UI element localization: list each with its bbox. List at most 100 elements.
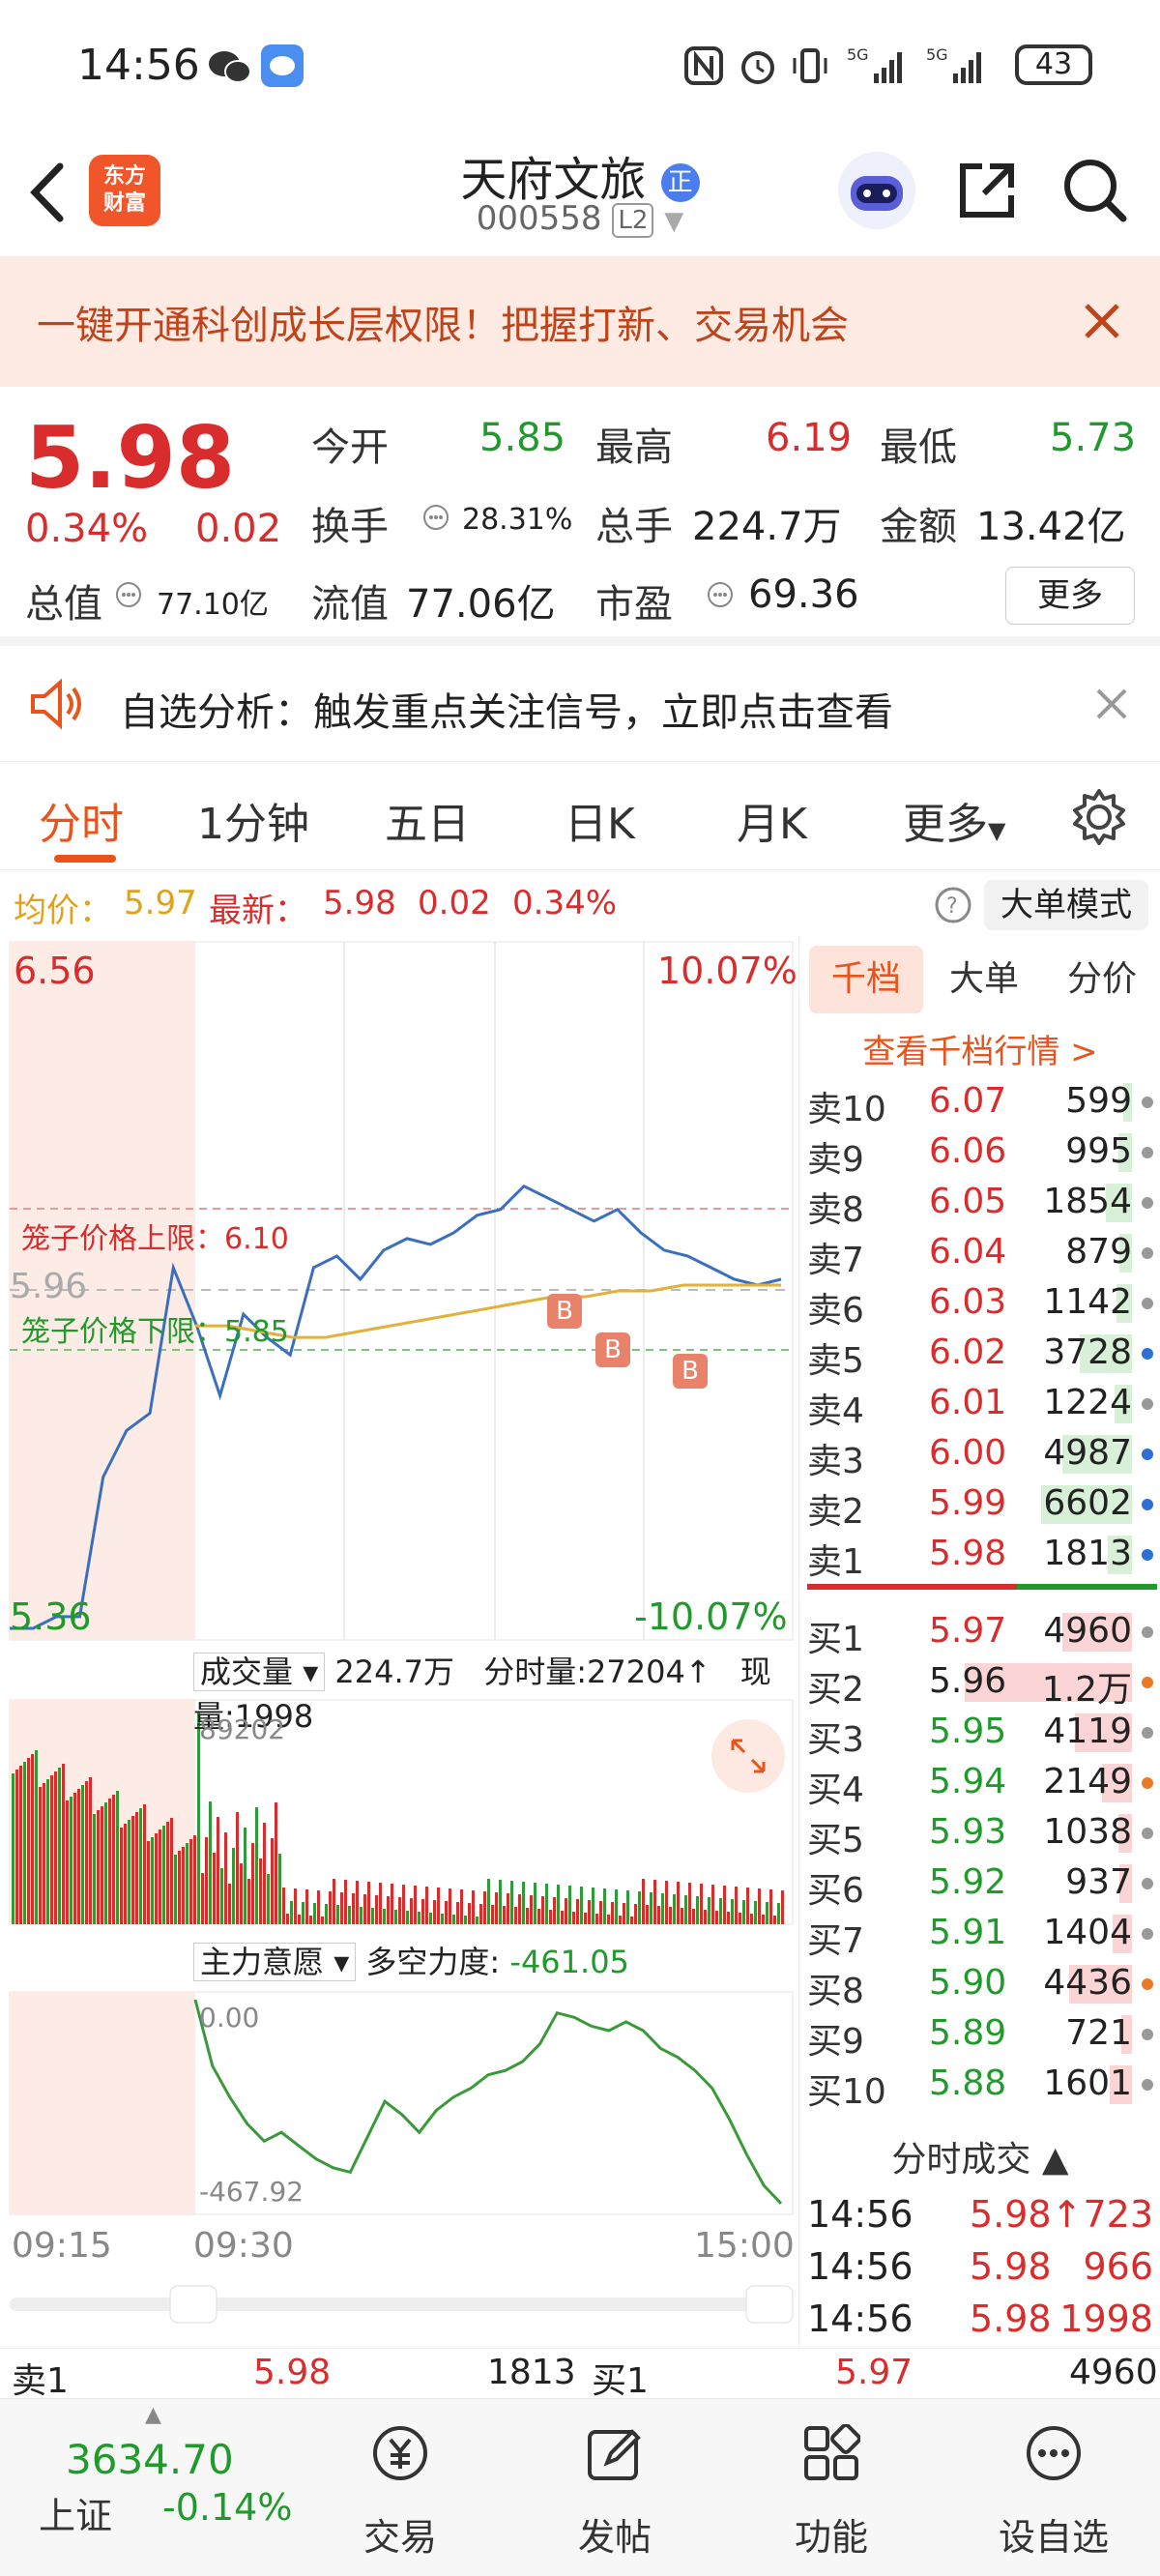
settings-gear-icon[interactable] xyxy=(1069,787,1129,847)
buy-row[interactable]: 买6 5.92 937 xyxy=(799,1859,1160,1911)
info-circle-icon[interactable] xyxy=(706,580,735,609)
tab-big-orders[interactable]: 大单 xyxy=(927,946,1041,1013)
buy1-label: 买1 xyxy=(592,2361,649,2401)
buy-row[interactable]: 买9 5.89 721 xyxy=(799,2009,1160,2062)
search-icon[interactable] xyxy=(1061,157,1129,224)
time-label-start: 09:15 xyxy=(12,2226,112,2266)
latest-value: 5.98 xyxy=(323,884,396,922)
volume-bar xyxy=(189,1839,192,1924)
sell-row[interactable]: 卖2 5.99 6602 xyxy=(799,1479,1160,1532)
range-handle-right[interactable] xyxy=(745,2285,794,2324)
buy-row[interactable]: 买5 5.93 1038 xyxy=(799,1808,1160,1860)
close-icon[interactable] xyxy=(1081,300,1123,342)
rongzi-badge-icon: 正 xyxy=(660,163,700,202)
nav-trade[interactable]: 交易 xyxy=(313,2399,487,2576)
sell-row[interactable]: 卖3 6.00 4987 xyxy=(799,1429,1160,1481)
share-icon[interactable] xyxy=(953,157,1021,224)
buy-marker[interactable]: B xyxy=(673,1354,708,1389)
volume-bar xyxy=(711,1885,714,1924)
nav-post[interactable]: 发帖 xyxy=(528,2399,702,2576)
volume-bar xyxy=(128,1820,130,1924)
view-depth-link[interactable]: 查看千档行情 > xyxy=(799,1025,1160,1072)
more-button[interactable]: 更多 xyxy=(1005,567,1135,625)
volume-selector[interactable]: 成交量 ▾ xyxy=(193,1653,326,1691)
sell-row[interactable]: 卖1 5.98 1813 xyxy=(799,1530,1160,1582)
chart-svg[interactable] xyxy=(0,936,798,2348)
volume-bar xyxy=(236,1812,239,1924)
buy-row[interactable]: 买2 5.96 1.2万 xyxy=(799,1657,1160,1710)
sell-row[interactable]: 卖8 6.05 1854 xyxy=(799,1178,1160,1230)
buy-row[interactable]: 买7 5.91 1404 xyxy=(799,1909,1160,1961)
big-order-mode-button[interactable]: 大单模式 xyxy=(984,880,1148,930)
sell-row[interactable]: 卖5 6.02 3728 xyxy=(799,1329,1160,1381)
bid-ask-bar: 卖1 5.98 1813 买1 5.97 4960 xyxy=(0,2348,1160,2401)
volume-bar xyxy=(240,1863,243,1924)
volume-bar xyxy=(692,1909,695,1924)
volume-bar xyxy=(367,1882,370,1924)
sell-row[interactable]: 卖9 6.06 995 xyxy=(799,1127,1160,1180)
range-handle-left[interactable] xyxy=(169,2285,218,2324)
buy-price: 5.89 xyxy=(929,2013,1007,2053)
volume-bar xyxy=(487,1879,490,1924)
volume-bar xyxy=(402,1885,405,1924)
info-circle-icon[interactable] xyxy=(114,580,143,609)
volume-bar xyxy=(479,1904,482,1924)
analysis-notice[interactable]: 自选分析：触发重点关注信号，立即点击查看 xyxy=(0,646,1160,762)
sell-row[interactable]: 卖10 6.07 599 xyxy=(799,1077,1160,1129)
buy-row[interactable]: 买4 5.94 2149 xyxy=(799,1758,1160,1810)
volume-bar xyxy=(151,1837,154,1924)
sell-row[interactable]: 卖4 6.01 1224 xyxy=(799,1379,1160,1431)
tab-5day[interactable]: 五日 xyxy=(385,789,470,851)
volume-bar xyxy=(588,1900,591,1924)
buy-row[interactable]: 买1 5.97 4960 xyxy=(799,1607,1160,1659)
close-icon[interactable] xyxy=(1094,687,1129,721)
force-selector[interactable]: 主力意愿 ▾ xyxy=(193,1943,357,1981)
tab-qiandang[interactable]: 千档 xyxy=(809,946,923,1013)
volume-label: 总手 xyxy=(595,505,673,549)
pct-bottom-label: -10.07% xyxy=(634,1595,788,1638)
volume-bar xyxy=(97,1810,100,1924)
chevron-down-icon[interactable]: ▼ xyxy=(664,207,683,236)
pe-label: 市盈 xyxy=(595,582,673,627)
buy-marker[interactable]: B xyxy=(595,1332,630,1367)
robot-assistant-icon[interactable] xyxy=(835,149,918,232)
buy-marker[interactable]: B xyxy=(547,1294,582,1329)
buy-label: 买6 xyxy=(807,1871,864,1911)
sell-row[interactable]: 卖7 6.04 879 xyxy=(799,1228,1160,1280)
volume-bar xyxy=(410,1898,413,1924)
latest-change-pct: 0.34% xyxy=(512,884,618,922)
trades-title[interactable]: 分时成交 ▲ xyxy=(799,2131,1160,2181)
tab-intraday[interactable]: 分时 xyxy=(39,789,124,851)
buy-row[interactable]: 买10 5.88 1601 xyxy=(799,2060,1160,2112)
volume-bar xyxy=(673,1894,676,1924)
nav-functions[interactable]: 功能 xyxy=(744,2399,918,2576)
buy1-vol: 4960 xyxy=(1069,2353,1158,2392)
expand-icon[interactable] xyxy=(711,1719,785,1793)
buy-row[interactable]: 买3 5.95 4119 xyxy=(799,1708,1160,1760)
tab-monthly-k[interactable]: 月K xyxy=(737,789,807,851)
volume-bar xyxy=(43,1783,45,1924)
info-circle-icon[interactable] xyxy=(421,503,450,532)
force-label: 多空力度: xyxy=(365,1944,501,1980)
volume-bar xyxy=(545,1884,548,1924)
sell-price: 6.06 xyxy=(929,1131,1007,1171)
intraday-chart-area[interactable]: 6.56 10.07% 5.96 5.36 -10.07% 笼子价格上限：6.1… xyxy=(0,936,798,2348)
volume-bar xyxy=(70,1797,72,1924)
volume-bar xyxy=(313,1903,316,1924)
index-ticker[interactable]: ▲ 3634.70 上证 -0.14% xyxy=(0,2399,319,2576)
volume-bar xyxy=(81,1785,84,1924)
promo-banner[interactable]: 一键开通科创成长层权限！把握打新、交易机会 xyxy=(0,257,1160,387)
sell-vol: 1854 xyxy=(1043,1182,1132,1221)
nav-watchlist[interactable]: 设自选 xyxy=(967,2399,1141,2576)
buy-row[interactable]: 买8 5.90 4436 xyxy=(799,1959,1160,2011)
tab-1min[interactable]: 1分钟 xyxy=(197,789,309,851)
buy-label: 买9 xyxy=(807,2022,864,2062)
sell-row[interactable]: 卖6 6.03 1142 xyxy=(799,1278,1160,1331)
tab-daily-k[interactable]: 日K xyxy=(565,789,635,851)
volume-bar xyxy=(472,1890,475,1924)
tab-price-dist[interactable]: 分价 xyxy=(1045,946,1159,1013)
help-icon[interactable]: ? xyxy=(934,886,972,924)
tab-more[interactable]: 更多▼ xyxy=(903,789,1005,851)
volume-bar xyxy=(375,1895,378,1924)
volume-bar xyxy=(742,1900,745,1924)
